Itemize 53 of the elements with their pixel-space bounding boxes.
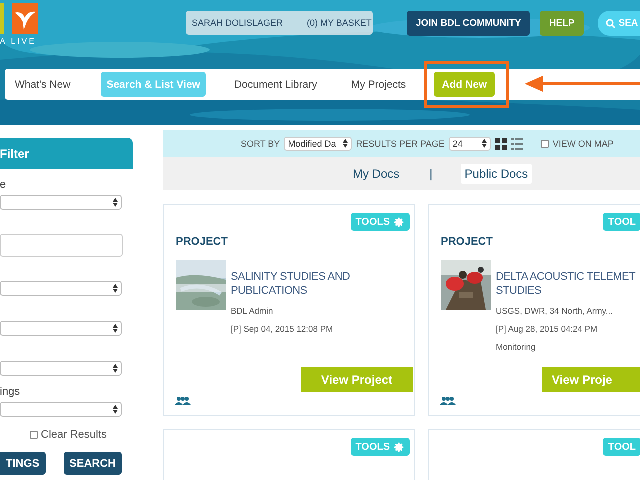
nav-tab[interactable]: Document Library	[234, 72, 318, 97]
card-meta: USGS, DWR, 34 North, Army...	[496, 306, 614, 316]
sort-label: SORT BY	[241, 138, 280, 148]
checkbox-label: VIEW ON MAP	[552, 138, 614, 148]
nav-tab[interactable]: My Projects	[351, 72, 406, 97]
search-icon	[606, 18, 616, 28]
card-meta: BDL Admin	[231, 306, 274, 316]
field-label: ings	[0, 386, 22, 398]
sidebar-button[interactable]: SEARCH	[64, 452, 122, 475]
card-meta: [P] Aug 28, 2015 04:24 PM	[496, 324, 599, 334]
select-field[interactable]	[0, 361, 122, 376]
input-field[interactable]	[0, 234, 123, 257]
group-icon	[440, 397, 456, 405]
checkbox-label: Clear Results	[41, 429, 108, 441]
nav-tab[interactable]: What's New	[11, 72, 75, 97]
doc-tab[interactable]: Public Docs	[460, 164, 532, 184]
card-type: PROJECT	[176, 236, 229, 248]
dropdown-arrow-icon	[113, 198, 118, 207]
card-meta: [P] Sep 04, 2015 12:08 PM	[231, 324, 334, 334]
user-name[interactable]: SARAH DOLISLAGER	[192, 18, 284, 28]
checkbox[interactable]	[540, 140, 549, 148]
select-field[interactable]	[0, 402, 122, 417]
doc-tab[interactable]: My Docs	[349, 164, 404, 184]
arrow-icon	[525, 75, 640, 93]
select-field[interactable]	[0, 195, 122, 210]
filter-title: Filter	[0, 146, 30, 160]
select-field[interactable]	[0, 321, 122, 336]
logo-text: A LIVE	[0, 37, 38, 46]
dropdown-arrow-icon	[113, 364, 118, 373]
card-title[interactable]: SALINITY STUDIES AND PUBLICATIONS	[231, 270, 371, 298]
settings-icon	[394, 442, 405, 452]
basket-link[interactable]: (0) MY BASKET	[307, 18, 372, 28]
field-label: e	[0, 179, 8, 191]
grid-view-icon[interactable]	[494, 138, 507, 150]
per-page-label: RESULTS PER PAGE	[356, 138, 445, 148]
join-button[interactable]: JOIN BDL COMMUNITY	[407, 11, 530, 36]
per-page-select[interactable]: 24	[448, 136, 491, 150]
card-meta: Monitoring	[496, 342, 537, 352]
separator: |	[430, 166, 433, 180]
sort-select[interactable]: Modified Da	[284, 136, 352, 150]
dropdown-arrow-icon	[482, 139, 487, 148]
dropdown-arrow-icon	[343, 139, 348, 148]
card-type: PROJECT	[441, 236, 494, 248]
card-title[interactable]: DELTA ACOUSTIC TELEMET STUDIES	[496, 270, 636, 298]
select-field[interactable]	[0, 281, 122, 296]
sidebar-button[interactable]: TINGS	[0, 452, 46, 475]
dropdown-arrow-icon	[113, 405, 118, 414]
dropdown-arrow-icon	[113, 284, 118, 293]
settings-icon	[394, 216, 405, 228]
logo-icon	[0, 3, 38, 34]
checkbox[interactable]	[30, 431, 38, 439]
group-icon	[175, 397, 191, 405]
dropdown-arrow-icon	[113, 324, 118, 333]
